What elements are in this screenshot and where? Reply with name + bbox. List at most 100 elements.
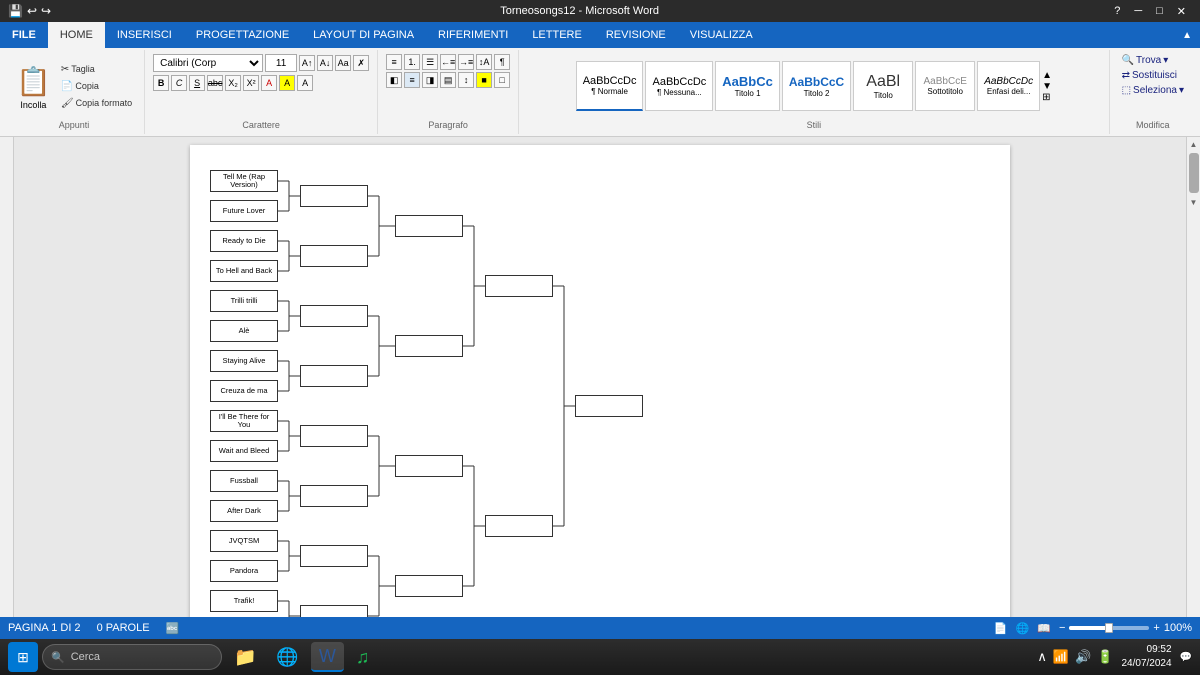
tab-inserisci[interactable]: INSERISCI: [105, 22, 184, 48]
tray-expand-btn[interactable]: ∧: [1037, 649, 1047, 665]
system-tray: ∧ 📶 🔊 🔋: [1037, 649, 1113, 665]
multilevel-btn[interactable]: ☰: [422, 54, 438, 70]
align-left-btn[interactable]: ◧: [386, 72, 402, 88]
decrease-indent-btn[interactable]: ←≡: [440, 54, 456, 70]
proofing-icon[interactable]: 🔤: [166, 622, 180, 635]
r2-match-1: [300, 245, 368, 267]
scroll-thumb[interactable]: [1189, 153, 1199, 193]
style-normale[interactable]: AaBbCcDc ¶ Normale: [576, 61, 644, 111]
numbering-btn[interactable]: 1.: [404, 54, 420, 70]
find-button[interactable]: 🔍 Trova ▾: [1118, 54, 1173, 67]
tab-progettazione[interactable]: PROGETTAZIONE: [184, 22, 301, 48]
paste-button[interactable]: 📋: [12, 63, 55, 100]
tournament-bracket: Tell Me (Rap Version) Future Lover Ready…: [200, 165, 1000, 617]
expand-ribbon-btn[interactable]: ▲: [1174, 22, 1200, 48]
superscript-btn[interactable]: X²: [243, 75, 259, 91]
r3-match-1: [395, 335, 463, 357]
shading-btn[interactable]: ■: [476, 72, 492, 88]
bold-btn[interactable]: B: [153, 75, 169, 91]
tab-revisione[interactable]: REVISIONE: [594, 22, 678, 48]
styles-scroll[interactable]: ▲ ▼ ⊞: [1042, 70, 1052, 103]
font-size-input[interactable]: [265, 54, 297, 72]
view-read-btn[interactable]: 📖: [1037, 622, 1051, 635]
zoom-out-btn[interactable]: −: [1059, 622, 1065, 634]
style-enfasi[interactable]: AaBbCcDc Enfasi deli...: [977, 61, 1040, 111]
align-center-btn[interactable]: ≡: [404, 72, 420, 88]
help-btn[interactable]: ?: [1108, 5, 1126, 18]
taskbar-word[interactable]: W: [311, 642, 344, 672]
clear-format-btn[interactable]: ✗: [353, 55, 369, 71]
undo-icon[interactable]: ↩: [27, 4, 37, 18]
bullets-btn[interactable]: ≡: [386, 54, 402, 70]
font-case-btn[interactable]: Aa: [335, 55, 351, 71]
ribbon: FILE HOME INSERISCI PROGETTAZIONE LAYOUT…: [0, 22, 1200, 137]
ribbon-tabs: FILE HOME INSERISCI PROGETTAZIONE LAYOUT…: [0, 22, 1200, 48]
tab-layout[interactable]: LAYOUT DI PAGINA: [301, 22, 426, 48]
format-button[interactable]: 🖌 Copia formato: [57, 96, 136, 111]
style-titolo1[interactable]: AaBbCc Titolo 1: [715, 61, 780, 111]
ribbon-content: 📋 Incolla ✂ Taglia 📄 Copia 🖌 Copia forma…: [0, 48, 1200, 136]
network-icon: 📶: [1053, 649, 1069, 665]
save-icon[interactable]: 💾: [8, 4, 23, 18]
start-button[interactable]: ⊞: [8, 642, 38, 672]
taskbar-search[interactable]: 🔍 Cerca: [42, 644, 222, 670]
redo-icon[interactable]: ↪: [41, 4, 51, 18]
song-6: Staying Alive: [210, 350, 278, 372]
style-sottotitolo[interactable]: AaBbCcE Sottotitolo: [915, 61, 975, 111]
border-btn[interactable]: □: [494, 72, 510, 88]
tab-file[interactable]: FILE: [0, 22, 48, 48]
style-nessuna[interactable]: AaBbCcDc ¶ Nessuna...: [645, 61, 713, 111]
text-effect-btn[interactable]: A: [297, 75, 313, 91]
minimize-btn[interactable]: ─: [1128, 5, 1148, 18]
align-right-btn[interactable]: ◨: [422, 72, 438, 88]
tab-visualizza[interactable]: VISUALIZZA: [678, 22, 765, 48]
select-button[interactable]: ⬚ Seleziona ▾: [1118, 84, 1188, 97]
italic-btn[interactable]: C: [171, 75, 187, 91]
clock-widget[interactable]: 09:52 24/07/2024: [1121, 643, 1171, 671]
taskbar-chrome[interactable]: 🌐: [268, 642, 306, 672]
taskbar-explorer[interactable]: 📁: [226, 642, 264, 672]
cut-button[interactable]: ✂ Taglia: [57, 62, 136, 77]
zoom-slider[interactable]: [1069, 626, 1149, 630]
song-5: Alè: [210, 320, 278, 342]
style-titolo2[interactable]: AaBbCcC Titolo 2: [782, 61, 851, 111]
underline-btn[interactable]: S: [189, 75, 205, 91]
tab-riferimenti[interactable]: RIFERIMENTI: [426, 22, 520, 48]
scroll-down-btn[interactable]: ▼: [1187, 195, 1200, 209]
copy-button[interactable]: 📄 Copia: [57, 79, 136, 94]
show-formatting-btn[interactable]: ¶: [494, 54, 510, 70]
scroll-up-btn[interactable]: ▲: [1187, 137, 1200, 151]
sort-btn[interactable]: ↕A: [476, 54, 492, 70]
highlight-btn[interactable]: A: [279, 75, 295, 91]
close-btn[interactable]: ✕: [1171, 5, 1192, 18]
view-print-btn[interactable]: 📄: [994, 622, 1008, 635]
window-title: Torneosongs12 - Microsoft Word: [51, 5, 1108, 17]
notification-btn[interactable]: 💬: [1180, 652, 1192, 663]
r5-final: [575, 395, 643, 417]
tab-lettere[interactable]: LETTERE: [520, 22, 594, 48]
song-7: Creuza de ma: [210, 380, 278, 402]
section-stili: AaBbCcDc ¶ Normale AaBbCcDc ¶ Nessuna...…: [519, 50, 1109, 134]
format-label: Copia formato: [76, 98, 133, 108]
section-stili-label: Stili: [807, 120, 822, 132]
taskbar-spotify[interactable]: ♫: [348, 642, 378, 672]
font-size-up-btn[interactable]: A↑: [299, 55, 315, 71]
line-spacing-btn[interactable]: ↕: [458, 72, 474, 88]
tab-home[interactable]: HOME: [48, 22, 105, 48]
style-titolo[interactable]: AaBl Titolo: [853, 61, 913, 111]
font-size-down-btn[interactable]: A↓: [317, 55, 333, 71]
font-color-btn[interactable]: A: [261, 75, 277, 91]
zoom-control: − + 100%: [1059, 622, 1192, 634]
strikethrough-btn[interactable]: abc: [207, 75, 223, 91]
justify-btn[interactable]: ▤: [440, 72, 456, 88]
replace-button[interactable]: ⇄ Sostituisci: [1118, 69, 1181, 82]
search-icon: 🔍: [51, 651, 65, 664]
right-scrollbar[interactable]: ▲ ▼: [1186, 137, 1200, 617]
subscript-btn[interactable]: X₂: [225, 75, 241, 91]
increase-indent-btn[interactable]: →≡: [458, 54, 474, 70]
view-web-btn[interactable]: 🌐: [1016, 622, 1030, 635]
search-placeholder: Cerca: [71, 651, 100, 663]
font-name-select[interactable]: Calibri (Corp: [153, 54, 263, 72]
zoom-in-btn[interactable]: +: [1153, 622, 1159, 634]
maximize-btn[interactable]: □: [1150, 5, 1169, 18]
